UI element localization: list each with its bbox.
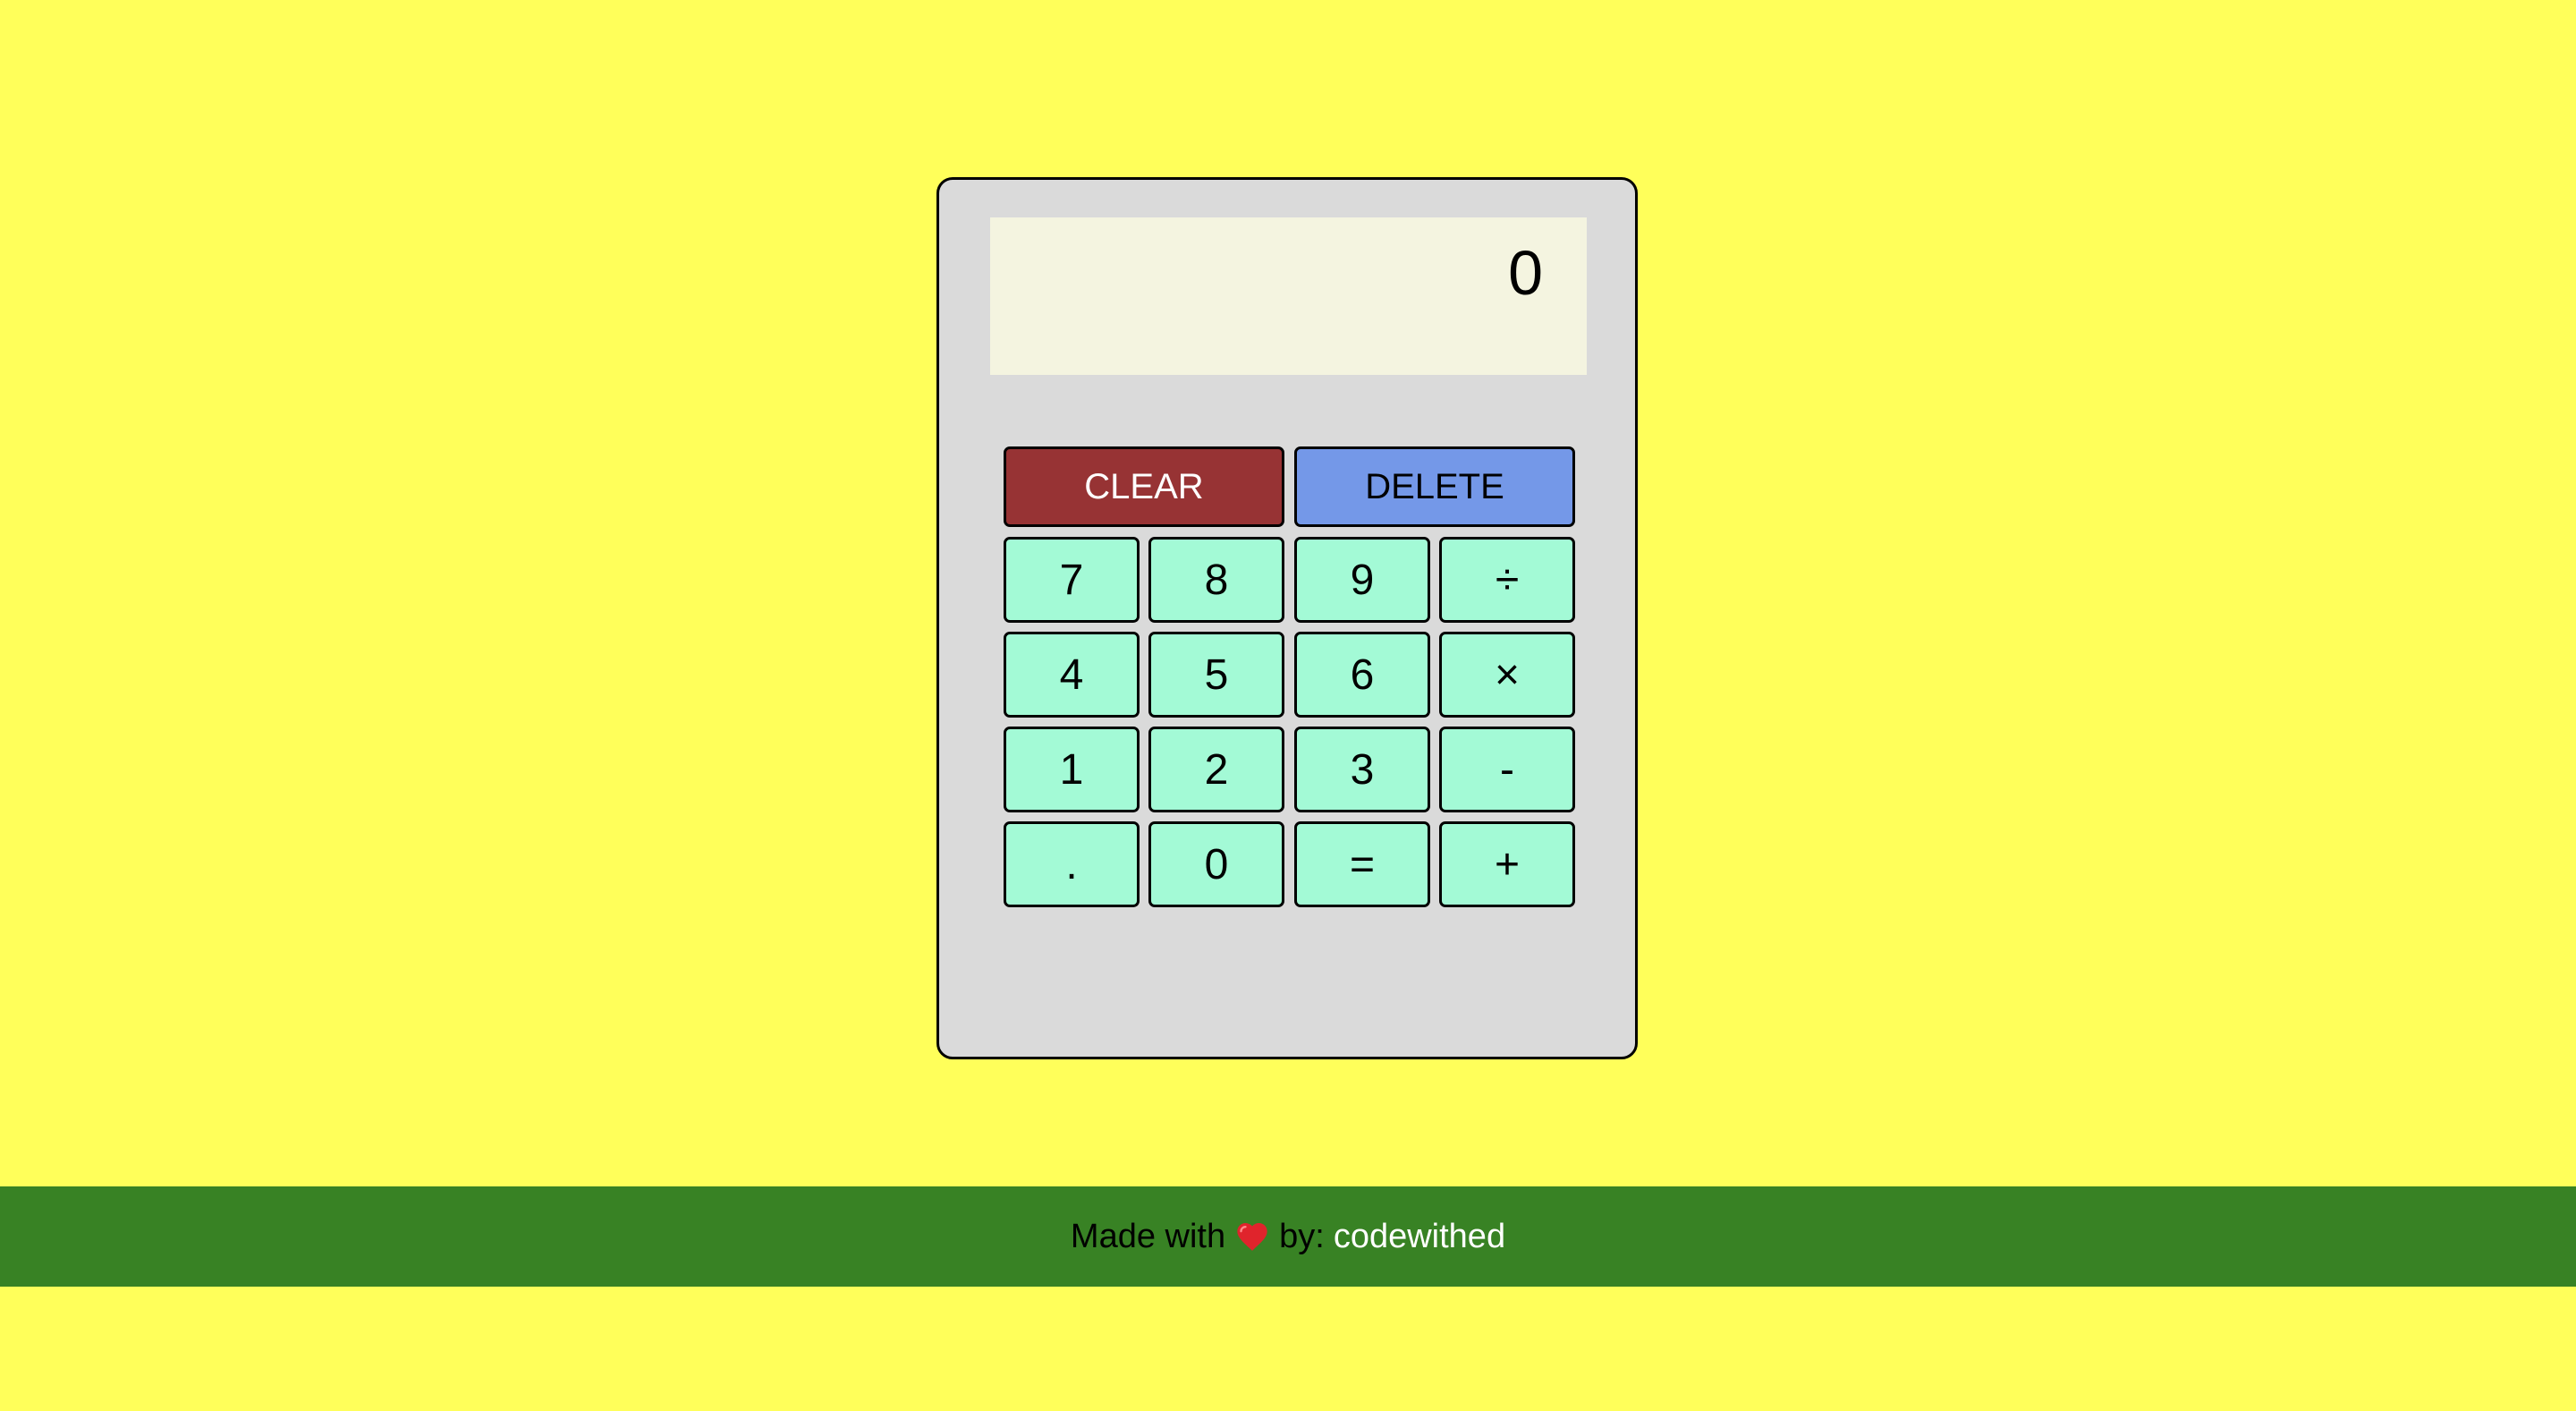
divide-button[interactable]: ÷: [1439, 537, 1575, 623]
add-button[interactable]: +: [1439, 821, 1575, 907]
key-8-button[interactable]: 8: [1148, 537, 1284, 623]
key-4-button[interactable]: 4: [1004, 632, 1140, 718]
key-3-button[interactable]: 3: [1294, 727, 1430, 812]
footer-by: by:: [1279, 1217, 1325, 1255]
key-9-button[interactable]: 9: [1294, 537, 1430, 623]
key-6-button[interactable]: 6: [1294, 632, 1430, 718]
key-1-button[interactable]: 1: [1004, 727, 1140, 812]
calculator-display: 0: [990, 217, 1587, 375]
decimal-button[interactable]: .: [1004, 821, 1140, 907]
footer-prefix: Made with: [1070, 1217, 1226, 1255]
heart-icon: [1234, 1219, 1270, 1254]
footer: Made with by: codewithed: [0, 1186, 2576, 1287]
key-0-button[interactable]: 0: [1148, 821, 1284, 907]
key-7-button[interactable]: 7: [1004, 537, 1140, 623]
footer-author: codewithed: [1333, 1217, 1506, 1255]
key-5-button[interactable]: 5: [1148, 632, 1284, 718]
key-2-button[interactable]: 2: [1148, 727, 1284, 812]
calculator: 0 CLEAR DELETE 7 8 9 ÷ 4 5 6 × 1 2 3 - .…: [936, 177, 1638, 1059]
clear-button[interactable]: CLEAR: [1004, 446, 1284, 527]
multiply-button[interactable]: ×: [1439, 632, 1575, 718]
subtract-button[interactable]: -: [1439, 727, 1575, 812]
delete-button[interactable]: DELETE: [1294, 446, 1575, 527]
equals-button[interactable]: =: [1294, 821, 1430, 907]
